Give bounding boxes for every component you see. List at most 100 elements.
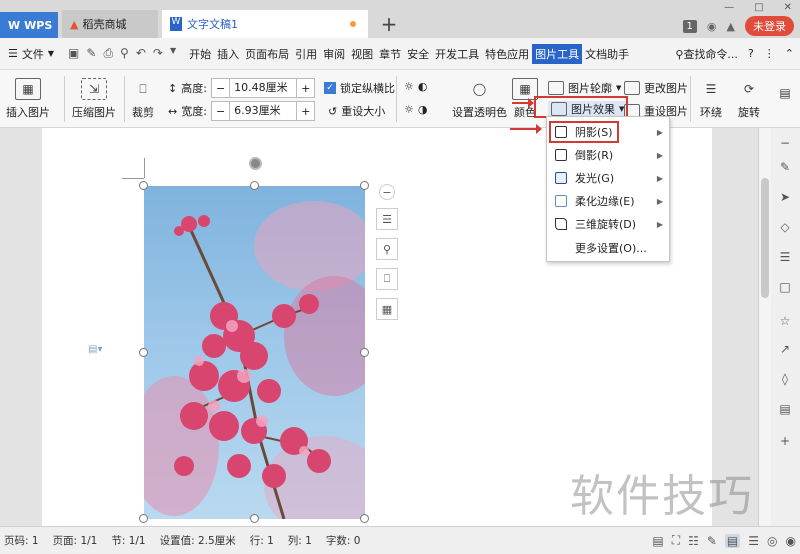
resize-handle[interactable] xyxy=(360,181,369,190)
shapes-icon[interactable]: ◇ xyxy=(777,220,793,236)
fullscreen-icon[interactable]: ⛶ xyxy=(672,533,680,548)
menu-tab-view[interactable]: 视图 xyxy=(348,44,376,64)
paragraph-anchor-icon[interactable]: ▤▾ xyxy=(88,344,102,355)
compress-picture-button[interactable]: ⇲ 压缩图片 xyxy=(72,78,116,120)
redo-icon[interactable]: ↷ xyxy=(153,46,163,61)
rotate-button[interactable]: ⟳ 旋转 xyxy=(736,78,762,120)
undo-icon[interactable]: ↶ xyxy=(136,46,146,61)
height-increase-button[interactable]: + xyxy=(297,82,314,95)
width-value[interactable]: 6.93厘米 xyxy=(229,102,298,120)
web-view-icon[interactable]: ◎ xyxy=(767,534,777,548)
shirt-icon[interactable]: ▲ xyxy=(727,20,735,33)
height-decrease-button[interactable]: − xyxy=(212,82,229,95)
zoom-in-icon[interactable]: ⚲ xyxy=(376,238,398,260)
contrast-up-icon[interactable]: ◐ xyxy=(418,80,428,93)
settings-sliders-icon[interactable]: ☰ xyxy=(777,250,793,266)
resize-handle[interactable] xyxy=(139,514,148,523)
menu-item-3d-rotation[interactable]: 三维旋转(D) ▶ xyxy=(547,213,669,235)
vertical-scrollbar[interactable] xyxy=(759,128,771,526)
archive-icon[interactable]: ▤ xyxy=(777,402,793,418)
help-icon[interactable]: ? xyxy=(748,47,754,60)
menu-tab-picture-tools[interactable]: 图片工具 xyxy=(532,43,583,64)
resize-handle[interactable] xyxy=(139,181,148,190)
spell-check-icon[interactable]: ▤ xyxy=(652,534,663,548)
menu-item-reflection[interactable]: 倒影(R) ▶ xyxy=(547,144,669,166)
file-menu[interactable]: ☰ 文件 ▼ xyxy=(0,46,62,62)
tab-document[interactable]: W 文字文稿1 xyxy=(162,10,368,38)
pointer-icon[interactable]: ➤ xyxy=(777,190,793,206)
menu-item-soft-edges[interactable]: 柔化边缘(E) ▶ xyxy=(547,190,669,212)
share-icon[interactable]: ↗ xyxy=(777,342,793,358)
align-button[interactable]: ▤ xyxy=(772,82,798,108)
width-decrease-button[interactable]: − xyxy=(212,105,229,118)
height-value[interactable]: 10.48厘米 xyxy=(229,79,298,97)
new-tab-button[interactable]: + xyxy=(378,12,400,36)
minus-icon[interactable]: − xyxy=(777,136,793,152)
collapse-toolbar-button[interactable]: − xyxy=(379,184,395,200)
insert-picture-button[interactable]: ▦ 插入图片 xyxy=(6,78,50,120)
height-spinner[interactable]: − 10.48厘米 + xyxy=(210,78,316,98)
set-transparent-color-button[interactable]: ◯ 设置透明色 xyxy=(452,78,507,120)
page-view-icon[interactable]: ▤ xyxy=(724,533,741,548)
translate-icon[interactable]: ◊ xyxy=(777,372,793,388)
menu-item-more-settings[interactable]: 更多设置(O)... xyxy=(547,237,669,259)
collapse-ribbon-icon[interactable]: ⌃ xyxy=(785,47,794,60)
eye-protection-icon[interactable]: ◉ xyxy=(786,534,796,548)
status-column[interactable]: 列: 1 xyxy=(288,533,312,548)
wrap-button[interactable]: ☰ 环绕 xyxy=(698,78,724,120)
tab-docer-store[interactable]: ▲ 稻壳商城 xyxy=(62,10,158,38)
print-icon[interactable]: ⎙ xyxy=(103,46,113,61)
plus-icon[interactable]: + xyxy=(777,434,793,450)
login-button[interactable]: 未登录 xyxy=(745,16,794,36)
layout-options-icon[interactable]: ☰ xyxy=(376,208,398,230)
width-increase-button[interactable]: + xyxy=(297,105,314,118)
resize-handle[interactable] xyxy=(250,181,259,190)
skin-icon[interactable]: ◉ xyxy=(707,20,717,33)
tab-wps[interactable]: W WPS xyxy=(0,12,58,38)
menu-tab-chapter[interactable]: 章节 xyxy=(376,44,404,64)
reading-mode-icon[interactable]: ☷ xyxy=(688,534,699,548)
menu-item-glow[interactable]: 发光(G) ▶ xyxy=(547,167,669,189)
menu-tab-doc-assistant[interactable]: 文档助手 xyxy=(582,44,632,64)
resize-handle[interactable] xyxy=(250,514,259,523)
star-icon[interactable]: ☆ xyxy=(777,314,793,330)
resize-handle[interactable] xyxy=(139,348,148,357)
menu-tab-developer[interactable]: 开发工具 xyxy=(432,44,482,64)
menu-tab-page-layout[interactable]: 页面布局 xyxy=(242,44,292,64)
width-spinner[interactable]: − 6.93厘米 + xyxy=(210,101,316,121)
crop-button[interactable]: ⎕ 裁剪 xyxy=(130,78,156,120)
picture-frame-icon[interactable]: ▦ xyxy=(376,298,398,320)
write-mode-icon[interactable]: ✎ xyxy=(707,534,717,548)
format-painter-icon[interactable]: ✎ xyxy=(86,46,96,61)
search-command[interactable]: ⚲查找命令... xyxy=(675,46,738,62)
window-count-badge[interactable]: 1 xyxy=(682,19,697,33)
contrast-down-icon[interactable]: ◑ xyxy=(418,103,428,116)
maximize-icon[interactable]: □ xyxy=(754,2,763,13)
preview-icon[interactable]: ⚲ xyxy=(120,46,129,61)
menu-tab-features[interactable]: 特色应用 xyxy=(482,44,532,64)
status-page-number[interactable]: 页码: 1 xyxy=(4,533,39,548)
scrollbar-thumb[interactable] xyxy=(761,178,769,298)
menu-tab-home[interactable]: 开始 xyxy=(186,44,214,64)
outline-view-icon[interactable]: ☰ xyxy=(748,534,759,548)
save-icon[interactable]: ▣ xyxy=(68,46,79,61)
document-icon[interactable]: □ xyxy=(777,280,793,296)
status-row[interactable]: 行: 1 xyxy=(250,533,274,548)
crop-icon[interactable]: ⎕ xyxy=(376,268,398,290)
minimize-icon[interactable]: — xyxy=(724,2,734,13)
reset-size-button[interactable]: ↺ 重设大小 xyxy=(328,103,385,119)
resize-handle[interactable] xyxy=(360,348,369,357)
brightness-up-icon[interactable]: ☼ xyxy=(404,80,414,93)
cherry-blossom-image[interactable] xyxy=(144,186,365,519)
resize-handle[interactable] xyxy=(360,514,369,523)
brightness-down-icon[interactable]: ☼ xyxy=(404,103,414,116)
menu-tab-security[interactable]: 安全 xyxy=(404,44,432,64)
change-picture-button[interactable]: 更改图片 xyxy=(624,80,688,96)
status-setting-value[interactable]: 设置值: 2.5厘米 xyxy=(160,533,236,548)
more-icon[interactable]: ⋮ xyxy=(764,47,775,60)
status-pages[interactable]: 页面: 1/1 xyxy=(53,533,98,548)
menu-tab-insert[interactable]: 插入 xyxy=(214,44,242,64)
status-word-count[interactable]: 字数: 0 xyxy=(326,533,361,548)
lock-aspect-ratio-checkbox[interactable]: ✓ 锁定纵横比 xyxy=(324,80,395,96)
menu-tab-review[interactable]: 审阅 xyxy=(320,44,348,64)
